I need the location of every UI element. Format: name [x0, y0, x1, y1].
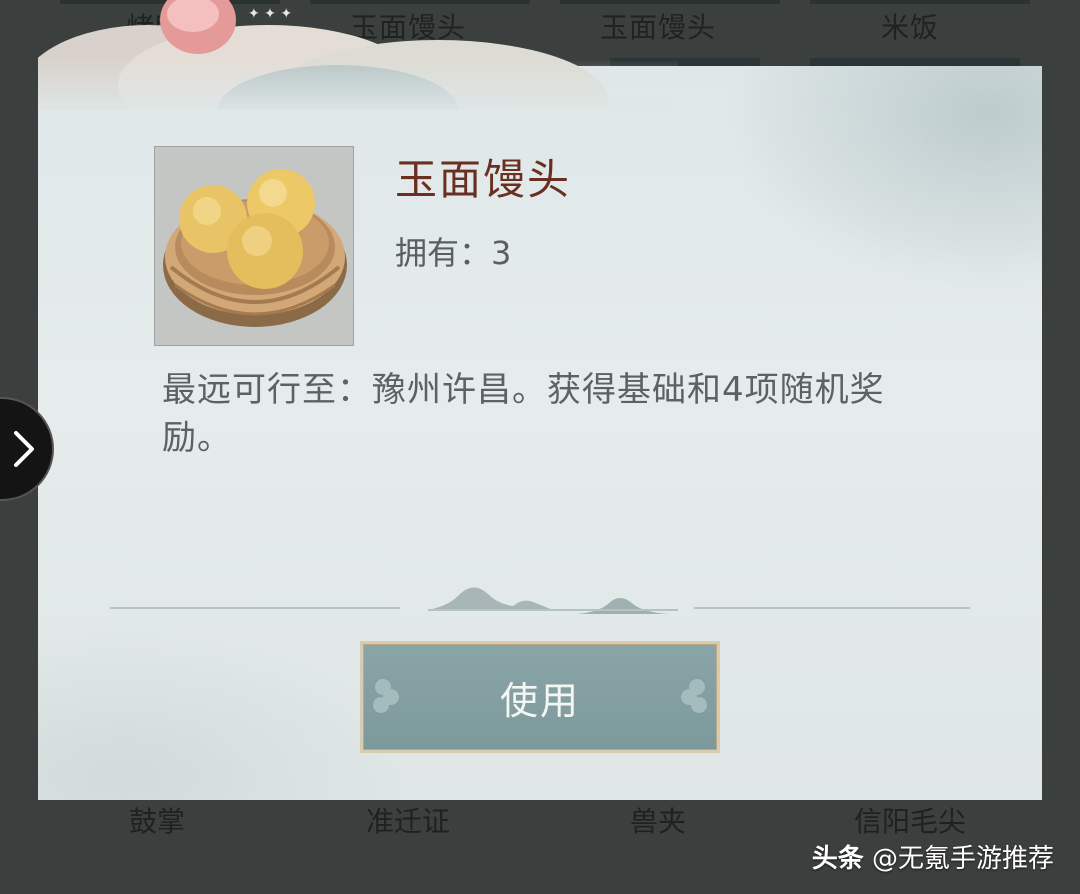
divider-line — [110, 607, 400, 609]
flower-ornament-icon — [681, 679, 707, 713]
mountain-divider-icon — [428, 587, 678, 614]
svg-text:✦ ✦ ✦: ✦ ✦ ✦ — [248, 6, 292, 22]
use-button[interactable]: 使用 — [360, 641, 720, 753]
slot-edge — [810, 0, 1030, 4]
steamed-buns-icon — [163, 169, 347, 327]
grid-item-label[interactable]: 兽夹 — [558, 800, 758, 840]
watermark-brand: 头条 — [811, 844, 864, 874]
use-button-label: 使用 — [499, 678, 580, 723]
owned-label: 拥有： — [395, 234, 492, 272]
watermark-handle: @无氪手游推荐 — [871, 844, 1054, 874]
grid-item-label[interactable]: 鼓掌 — [57, 800, 257, 840]
item-description: 最远可行至：豫州许昌。获得基础和4项随机奖励。 — [162, 370, 885, 458]
owned-value: 3 — [491, 234, 512, 272]
divider-line — [694, 607, 970, 609]
grid-item-label[interactable]: 信阳毛尖 — [810, 800, 1010, 840]
next-arrow-button[interactable] — [0, 397, 54, 501]
mountain-decoration: ✦ ✦ ✦ — [38, 0, 678, 110]
watermark: 头条 @无氪手游推荐 — [812, 838, 1054, 875]
item-owned-count: 拥有：3 — [395, 228, 511, 274]
item-icon-frame — [154, 146, 354, 346]
grid-item-label[interactable]: 准迁证 — [308, 800, 508, 840]
flower-ornament-icon — [373, 679, 399, 713]
item-name: 玉面馒头 — [395, 155, 572, 204]
grid-item-label[interactable]: 米饭 — [810, 6, 1010, 46]
chevron-right-icon — [14, 431, 34, 467]
